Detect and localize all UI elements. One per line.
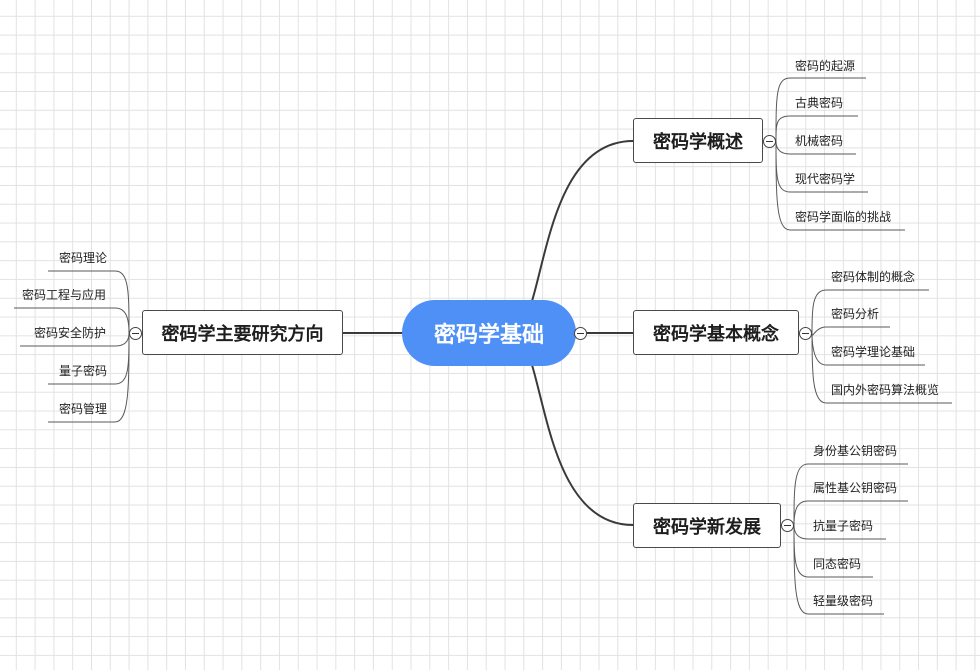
branch-basic-concepts[interactable]: 密码学基本概念 <box>633 310 799 355</box>
leaf-topic[interactable]: 密码理论 <box>59 250 107 266</box>
branch-research-directions[interactable]: 密码学主要研究方向 <box>142 310 343 355</box>
leaf-topic[interactable]: 轻量级密码 <box>813 593 873 609</box>
leaf-topic[interactable]: 属性基公钥密码 <box>813 480 897 496</box>
branch-overview[interactable]: 密码学概述 <box>633 118 763 163</box>
collapse-minus-icon[interactable] <box>781 519 794 532</box>
collapse-minus-icon[interactable] <box>799 327 812 340</box>
branch-new-developments[interactable]: 密码学新发展 <box>633 503 781 548</box>
collapse-minus-icon[interactable] <box>129 327 142 340</box>
leaf-topic[interactable]: 密码体制的概念 <box>831 269 915 285</box>
leaf-topic[interactable]: 密码的起源 <box>795 58 855 74</box>
collapse-minus-icon[interactable] <box>763 135 776 148</box>
collapse-minus-icon[interactable] <box>574 327 587 340</box>
root-topic[interactable]: 密码学基础 <box>402 300 576 366</box>
leaf-topic[interactable]: 密码学理论基础 <box>831 344 915 360</box>
leaf-topic[interactable]: 同态密码 <box>813 556 861 572</box>
leaf-topic[interactable]: 密码学面临的挑战 <box>795 209 891 225</box>
leaf-topic[interactable]: 密码安全防护 <box>34 325 106 341</box>
leaf-topic[interactable]: 量子密码 <box>59 363 107 379</box>
edge-concepts-leaf-2 <box>811 326 890 336</box>
leaf-topic[interactable]: 密码分析 <box>831 306 879 322</box>
edge-root-new <box>531 364 634 526</box>
leaf-topic[interactable]: 现代密码学 <box>795 171 855 187</box>
leaf-topic[interactable]: 密码工程与应用 <box>22 287 106 303</box>
leaf-topic[interactable]: 古典密码 <box>795 95 843 111</box>
leaf-topic[interactable]: 机械密码 <box>795 133 843 149</box>
leaf-topic[interactable]: 身份基公钥密码 <box>813 443 897 459</box>
leaf-topic[interactable]: 密码管理 <box>59 401 107 417</box>
edge-root-overview <box>531 140 634 302</box>
leaf-topic[interactable]: 国内外密码算法概览 <box>831 382 939 398</box>
leaf-topic[interactable]: 抗量子密码 <box>813 518 873 534</box>
